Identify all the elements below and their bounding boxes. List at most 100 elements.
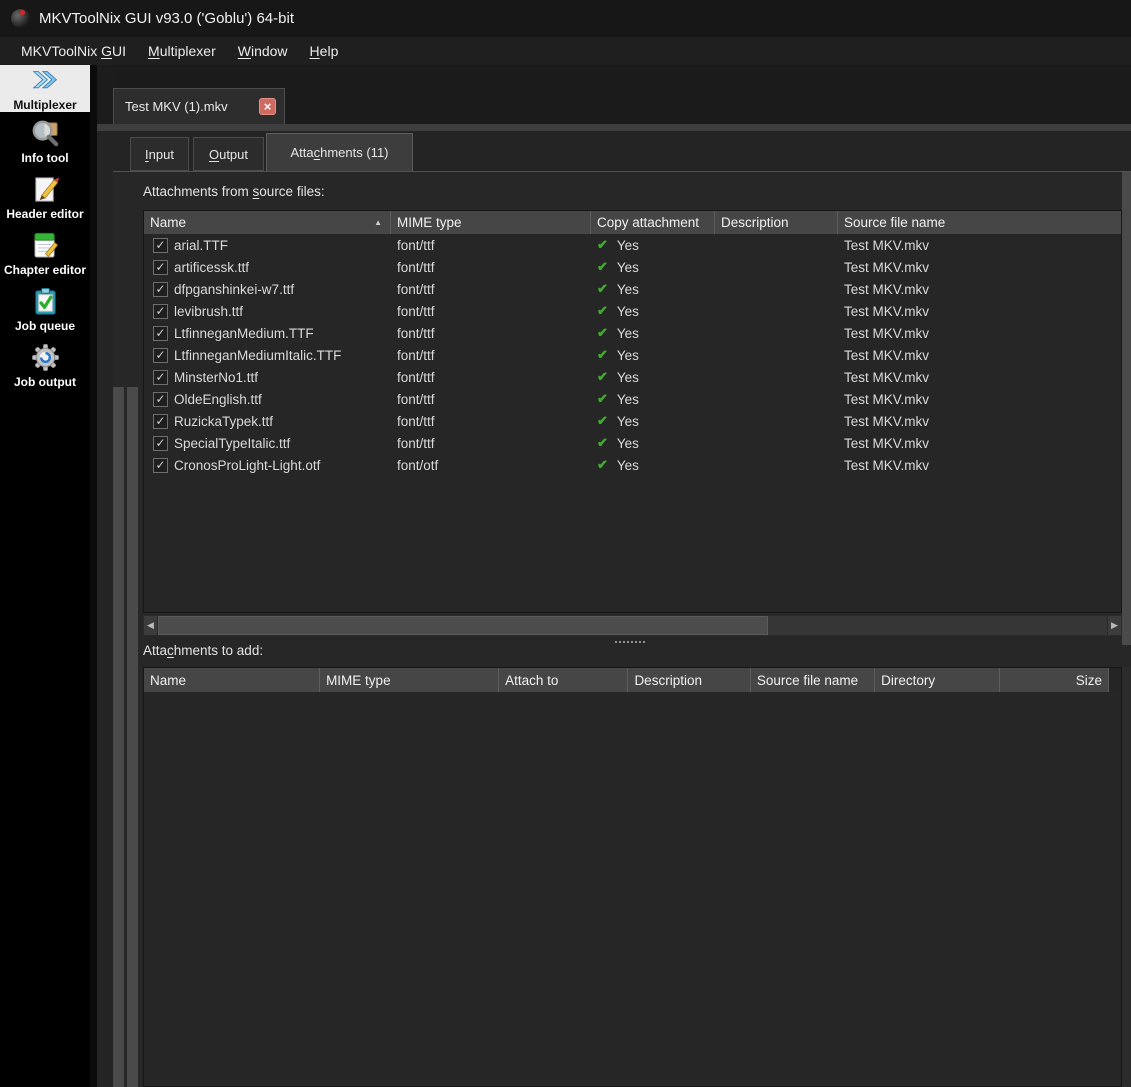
attachment-row[interactable]: ✓ SpecialTypeItalic.ttf font/ttf ✔ Yes T…: [144, 432, 1121, 454]
tab-mnemonic: O: [209, 147, 219, 162]
attachment-row[interactable]: ✓ LtfinneganMediumItalic.TTF font/ttf ✔ …: [144, 344, 1121, 366]
scrollbar-track[interactable]: [158, 615, 1107, 636]
tab-input[interactable]: Input: [130, 137, 189, 171]
document-tab[interactable]: Test MKV (1).mkv ×: [113, 88, 285, 124]
column-label: MIME type: [397, 215, 462, 230]
column-label: MIME type: [326, 673, 391, 688]
attachment-row[interactable]: ✓ RuzickaTypek.ttf font/ttf ✔ Yes Test M…: [144, 410, 1121, 432]
attachment-name-cell: ✓ CronosProLight-Light.otf: [144, 458, 391, 473]
attachment-checkbox[interactable]: ✓: [153, 238, 168, 253]
attachment-row[interactable]: ✓ LtfinneganMedium.TTF font/ttf ✔ Yes Te…: [144, 322, 1121, 344]
tab-output[interactable]: Output: [193, 137, 264, 171]
vertical-scrollbar-track[interactable]: [1122, 172, 1131, 645]
horizontal-scrollbar[interactable]: ◀ ▶: [143, 615, 1122, 636]
attachment-row[interactable]: ✓ MinsterNo1.ttf font/ttf ✔ Yes Test MKV…: [144, 366, 1121, 388]
attachment-copy-value: Yes: [617, 458, 639, 473]
menu-mnemonic: G: [101, 43, 112, 59]
menu-help[interactable]: Help: [299, 39, 350, 63]
label-part: Attachments from: [143, 184, 253, 199]
attachment-name-cell: ✓ SpecialTypeItalic.ttf: [144, 436, 391, 451]
column-header-size[interactable]: Size: [1000, 668, 1109, 692]
scroll-left-button[interactable]: ◀: [143, 615, 158, 636]
source-attachments-table: Name▲ MIME type Copy attachment Descript…: [143, 210, 1122, 613]
attachment-row[interactable]: ✓ artificessk.ttf font/ttf ✔ Yes Test MK…: [144, 256, 1121, 278]
attachment-name: arial.TTF: [174, 238, 228, 253]
menu-mkvtoolnix-gui[interactable]: MKVToolNix GUI: [10, 39, 137, 63]
attachment-source-cell: Test MKV.mkv: [838, 238, 1121, 253]
sidebar-item-job-queue[interactable]: Job queue: [0, 280, 90, 336]
attachment-checkbox[interactable]: ✓: [153, 436, 168, 451]
column-header-mime-type[interactable]: MIME type: [391, 211, 591, 234]
attachment-mime: font/ttf: [397, 436, 435, 451]
attachment-checkbox[interactable]: ✓: [153, 326, 168, 341]
source-attachments-table-body: ✓ arial.TTF font/ttf ✔ Yes Test MKV.mkv …: [144, 234, 1121, 476]
column-header-copy-attachment[interactable]: Copy attachment: [591, 211, 715, 234]
tab-close-button[interactable]: ×: [259, 98, 276, 115]
column-header-description[interactable]: Description: [628, 668, 750, 692]
sidebar-item-info-tool[interactable]: Info tool: [0, 112, 90, 168]
main-area: Test MKV (1).mkv × Input Output Attachme…: [90, 65, 1131, 1087]
menu-window[interactable]: Window: [227, 39, 299, 63]
attachment-source-cell: Test MKV.mkv: [838, 304, 1121, 319]
column-header-name[interactable]: Name: [144, 668, 320, 692]
attachment-row[interactable]: ✓ CronosProLight-Light.otf font/otf ✔ Ye…: [144, 454, 1121, 476]
attachment-copy-value: Yes: [617, 392, 639, 407]
attachment-row[interactable]: ✓ OldeEnglish.ttf font/ttf ✔ Yes Test MK…: [144, 388, 1121, 410]
attachment-row[interactable]: ✓ arial.TTF font/ttf ✔ Yes Test MKV.mkv: [144, 234, 1121, 256]
column-header-source-file-name[interactable]: Source file name: [751, 668, 875, 692]
attachment-mime: font/ttf: [397, 370, 435, 385]
column-header-directory[interactable]: Directory: [875, 668, 999, 692]
splitter-handle[interactable]: [615, 641, 645, 644]
sidebar-item-multiplexer[interactable]: Multiplexer: [0, 65, 90, 112]
attachment-checkbox[interactable]: ✓: [153, 260, 168, 275]
attachment-checkbox[interactable]: ✓: [153, 282, 168, 297]
attachment-row[interactable]: ✓ dfpganshinkei-w7.ttf font/ttf ✔ Yes Te…: [144, 278, 1121, 300]
yes-check-icon: ✔: [597, 303, 608, 319]
attachment-source: Test MKV.mkv: [844, 326, 929, 341]
attachment-name-cell: ✓ MinsterNo1.ttf: [144, 370, 391, 385]
sidebar-item-job-output[interactable]: Job output: [0, 336, 90, 392]
column-header-name[interactable]: Name▲: [144, 211, 391, 234]
attachment-copy-cell: ✔ Yes: [591, 347, 715, 363]
attachment-checkbox[interactable]: ✓: [153, 348, 168, 363]
left-frame-bar: [127, 387, 138, 1087]
column-header-description[interactable]: Description: [715, 211, 838, 234]
attachment-name: OldeEnglish.ttf: [174, 392, 262, 407]
sidebar-item-header-editor[interactable]: Header editor: [0, 168, 90, 224]
attachment-name: levibrush.ttf: [174, 304, 243, 319]
attachment-source: Test MKV.mkv: [844, 370, 929, 385]
yes-check-icon: ✔: [597, 281, 608, 297]
attachment-checkbox[interactable]: ✓: [153, 392, 168, 407]
menu-label-part: indow: [251, 43, 288, 59]
left-frame-bar: [113, 387, 124, 1087]
attachment-source-cell: Test MKV.mkv: [838, 260, 1121, 275]
column-label: Description: [721, 215, 789, 230]
yes-check-icon: ✔: [597, 259, 608, 275]
column-header-source-file-name[interactable]: Source file name: [838, 211, 1121, 234]
attachment-checkbox[interactable]: ✓: [153, 458, 168, 473]
job-output-icon: [30, 342, 61, 373]
attachment-source-cell: Test MKV.mkv: [838, 348, 1121, 363]
attachment-checkbox[interactable]: ✓: [153, 414, 168, 429]
attachment-checkbox[interactable]: ✓: [153, 370, 168, 385]
attachment-mime: font/otf: [397, 458, 438, 473]
attachment-copy-value: Yes: [617, 326, 639, 341]
yes-check-icon: ✔: [597, 435, 608, 451]
column-header-attach-to[interactable]: Attach to: [499, 668, 628, 692]
sidebar-item-chapter-editor[interactable]: Chapter editor: [0, 224, 90, 280]
tab-attachments[interactable]: Attachments (11): [266, 133, 413, 171]
sidebar-item-label: Info tool: [21, 151, 68, 165]
attachment-row[interactable]: ✓ levibrush.ttf font/ttf ✔ Yes Test MKV.…: [144, 300, 1121, 322]
scroll-right-button[interactable]: ▶: [1107, 615, 1122, 636]
attachment-source: Test MKV.mkv: [844, 414, 929, 429]
attachment-source: Test MKV.mkv: [844, 348, 929, 363]
attachment-checkbox[interactable]: ✓: [153, 304, 168, 319]
attachment-mime-cell: font/ttf: [391, 348, 591, 363]
menu-multiplexer[interactable]: Multiplexer: [137, 39, 227, 63]
attachment-name: dfpganshinkei-w7.ttf: [174, 282, 294, 297]
scrollbar-thumb[interactable]: [158, 616, 768, 635]
menu-mnemonic: M: [148, 43, 160, 59]
attachment-source-cell: Test MKV.mkv: [838, 414, 1121, 429]
column-header-mime-type[interactable]: MIME type: [320, 668, 499, 692]
attachment-mime-cell: font/ttf: [391, 282, 591, 297]
